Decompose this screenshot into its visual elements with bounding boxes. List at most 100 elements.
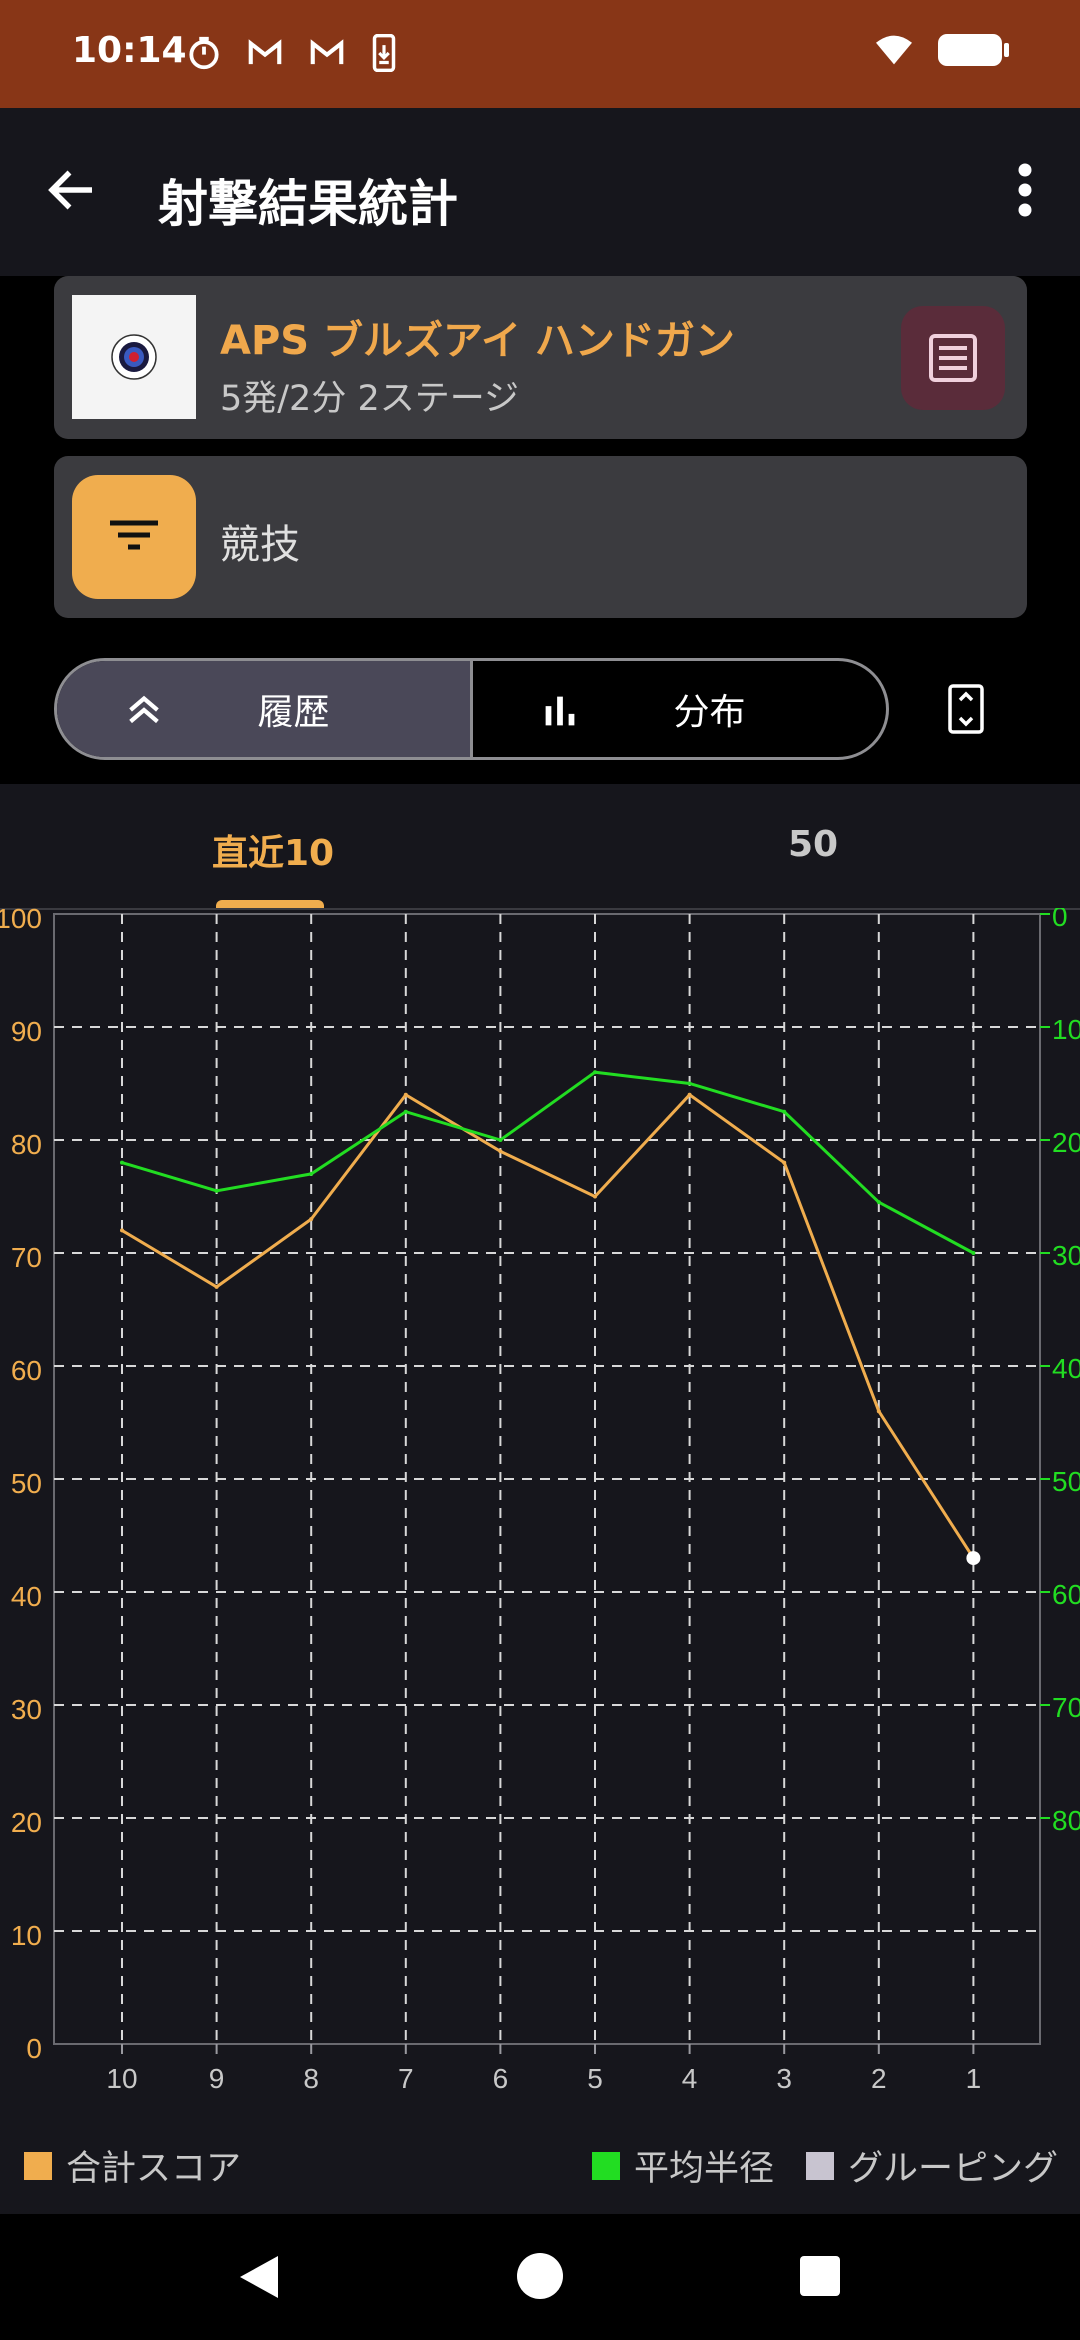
right-axis-tick-label: 40 [1052, 1353, 1080, 1384]
data-point-total-score [876, 1409, 881, 1414]
x-axis-tick-label: 10 [106, 2063, 137, 2094]
data-point-average-radius [214, 1188, 219, 1193]
back-button[interactable] [42, 160, 102, 220]
view-toggle: 履歴 分布 [54, 658, 889, 760]
target-card[interactable]: APS ブルズアイ ハンドガン 5発/2分 2ステージ [54, 276, 1027, 439]
right-axis-tick-label: 60 [1052, 1579, 1080, 1610]
legend-label-grouping: グルーピング [848, 2149, 1059, 2189]
data-point-average-radius [782, 1109, 787, 1114]
left-axis-tick-label: 70 [11, 1242, 42, 1273]
data-point-average-radius [593, 1070, 597, 1075]
nav-home-icon[interactable] [516, 2252, 564, 2300]
x-axis-tick-label: 5 [587, 2063, 603, 2094]
series-line-average-radius [121, 1070, 975, 1255]
data-point-total-score [214, 1284, 219, 1289]
x-axis-tick-label: 6 [493, 2063, 509, 2094]
right-axis-tick-label: 10 [1052, 1014, 1080, 1045]
system-nav-bar [0, 2214, 1080, 2340]
status-bar: 10:14 [0, 0, 1080, 108]
distribution-label: 分布 [673, 692, 746, 733]
data-point-average-radius [971, 1251, 976, 1255]
distribution-toggle-button[interactable]: 分布 [470, 661, 886, 757]
data-point-average-radius [498, 1138, 503, 1142]
right-axis-tick-label: 50 [1052, 1466, 1080, 1497]
left-axis-tick-label: 30 [11, 1694, 42, 1725]
gmail-icon [248, 39, 282, 65]
target-thumbnail [72, 295, 196, 419]
data-point-total-score [120, 1228, 124, 1233]
right-axis-tick-label: 80 [1052, 1805, 1080, 1836]
x-axis-tick-label: 1 [966, 2063, 982, 2094]
legend-item-grouping: グルーピング [806, 2140, 1058, 2191]
x-axis-tick-label: 8 [303, 2063, 319, 2094]
tab-indicator [216, 900, 324, 908]
left-axis-tick-label: 20 [11, 1807, 42, 1838]
more-vert-icon [1018, 163, 1032, 217]
right-axis-tick-label: 20 [1052, 1127, 1080, 1158]
data-point-average-radius [309, 1171, 314, 1176]
target-subtitle: 5発/2分 2ステージ [220, 379, 520, 419]
left-axis-tick-label: 10 [11, 1920, 42, 1951]
double-chevron-up-icon [129, 695, 159, 724]
list-icon [929, 334, 977, 382]
legend-item-radius: 平均半径 [592, 2140, 774, 2191]
arrow-back-icon [48, 170, 92, 210]
download-phone-icon [372, 34, 396, 72]
wifi-icon [876, 35, 912, 65]
legend-item-score: 合計スコア [24, 2140, 241, 2191]
right-axis-tick-label: 0 [1052, 908, 1068, 932]
x-axis-tick-label: 2 [871, 2063, 887, 2094]
left-axis-tick-label: 90 [11, 1016, 42, 1047]
left-axis-tick-label: 50 [11, 1468, 42, 1499]
data-point-total-score [403, 1092, 408, 1097]
history-label: 履歴 [257, 692, 330, 733]
data-point-total-score [782, 1160, 787, 1165]
data-point-average-radius [876, 1200, 881, 1205]
left-axis-tick-label: 80 [11, 1129, 42, 1160]
x-axis-tick-label: 9 [209, 2063, 225, 2094]
tab-50[interactable]: 50 [788, 824, 838, 865]
data-point-average-radius [403, 1109, 408, 1114]
battery-icon [938, 34, 1009, 66]
left-axis-tick-label: 0 [26, 2033, 42, 2064]
swap-vert-icon [948, 684, 984, 734]
x-axis-tick-label: 7 [398, 2063, 414, 2094]
swap-vert-button[interactable] [942, 682, 990, 736]
filter-button[interactable] [72, 475, 196, 599]
page-title: 射撃結果統計 [158, 175, 458, 233]
timer-icon [189, 36, 219, 70]
filter-icon [110, 520, 158, 550]
app-bar: 射撃結果統計 [0, 108, 1080, 276]
right-axis-tick-label: 70 [1052, 1692, 1080, 1723]
nav-back-icon[interactable] [234, 2252, 284, 2302]
status-time: 10:14 [72, 30, 187, 71]
gmail-icon [310, 39, 344, 65]
data-point-total-score [498, 1149, 503, 1154]
left-axis-tick-label: 100 [0, 908, 42, 934]
filter-card[interactable]: 競技 [54, 456, 1027, 618]
legend-swatch-radius [592, 2151, 620, 2180]
left-axis-tick-label: 40 [11, 1581, 42, 1612]
x-axis-tick-label: 4 [682, 2063, 698, 2094]
system-icons [872, 32, 1010, 68]
series-line-total-score [121, 1092, 975, 1559]
target-title: APS ブルズアイ ハンドガン [220, 318, 735, 364]
chart-panel: 直近10 50 100 90 80 70 60 50 40 30 20 10 0 0 10 20 30 40 5… [0, 784, 1080, 2214]
bar-chart-icon [545, 696, 575, 726]
details-list-button[interactable] [901, 306, 1005, 410]
history-toggle-button[interactable]: 履歴 [57, 661, 470, 757]
x-axis-tick-label: 3 [776, 2063, 792, 2094]
tab-recent-10[interactable]: 直近10 [212, 824, 334, 876]
nav-recents-icon[interactable] [800, 2254, 840, 2298]
data-point-average-radius [687, 1081, 692, 1086]
notification-icons [185, 34, 399, 72]
bullseye-icon [111, 334, 157, 380]
legend-swatch-score [24, 2151, 52, 2180]
selected-point-marker [966, 1551, 981, 1566]
chart-legend: 合計スコア 平均半径 グルーピング [0, 2140, 1080, 2200]
legend-label-radius: 平均半径 [634, 2149, 775, 2189]
data-point-total-score [593, 1194, 597, 1199]
range-tabs: 直近10 50 [0, 784, 1080, 910]
data-point-average-radius [120, 1160, 124, 1165]
more-options-button[interactable] [1000, 160, 1050, 220]
